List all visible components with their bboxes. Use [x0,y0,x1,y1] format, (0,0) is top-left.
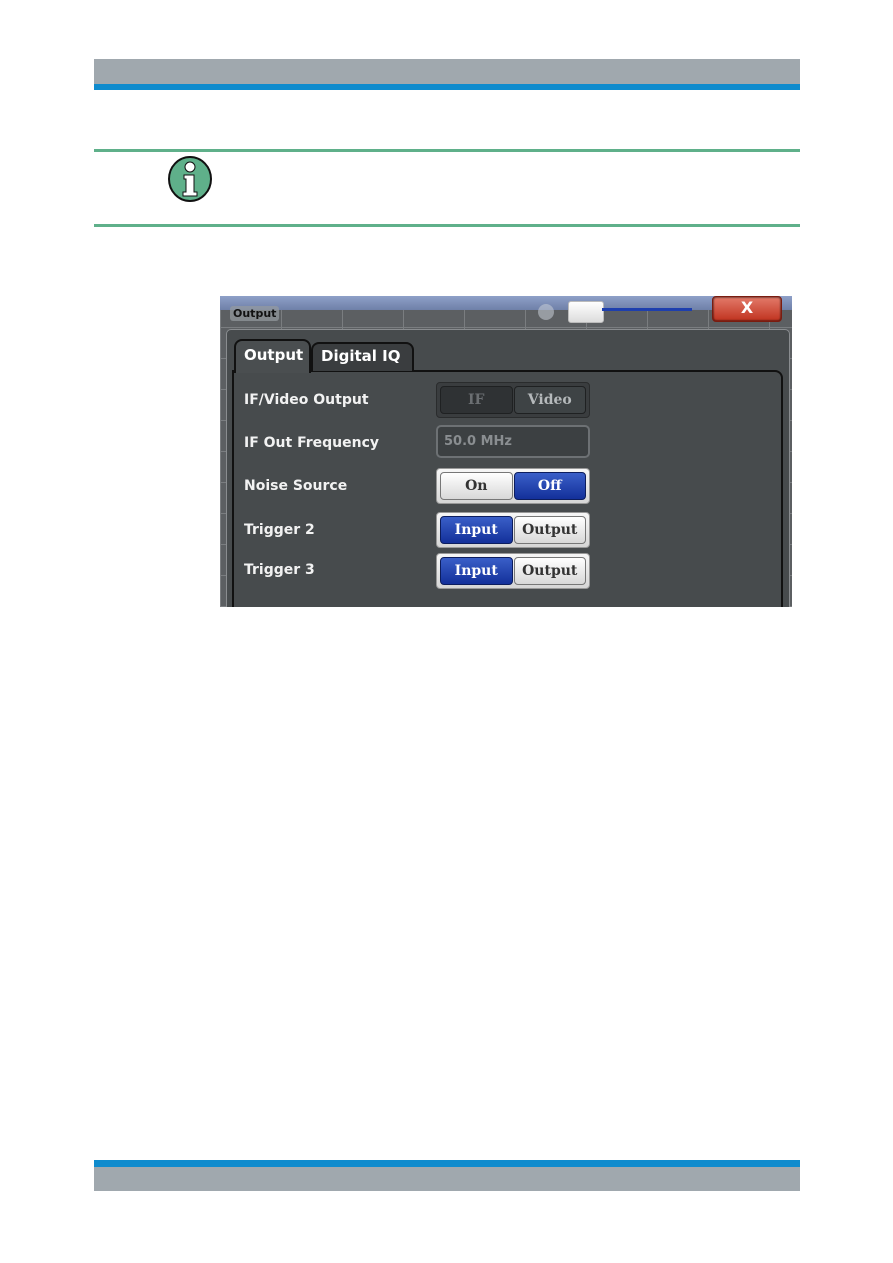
note-top-rule [94,149,800,152]
page-header-bar [94,59,800,84]
trigger-2-label: Trigger 2 [244,522,315,538]
trigger-3-input-button[interactable]: Input [440,557,513,585]
note-bottom-rule [94,224,800,227]
video-option: Video [513,386,586,414]
noise-source-off-button[interactable]: Off [513,472,586,500]
if-video-output-label: IF/Video Output [244,392,369,408]
noise-source-toggle: On Off [436,468,590,504]
info-icon [168,156,212,202]
noise-source-on-button[interactable]: On [440,472,513,500]
trigger-2-output-button[interactable]: Output [513,516,586,544]
if-out-frequency-label: IF Out Frequency [244,435,380,451]
trigger-2-toggle: Input Output [436,512,590,548]
page-header-accent [94,84,800,90]
if-option: IF [440,386,513,414]
trigger-2-input-button[interactable]: Input [440,516,513,544]
trigger-3-output-button[interactable]: Output [513,557,586,585]
if-video-output-toggle: IF Video [436,382,590,418]
page-footer-accent [94,1160,800,1167]
noise-source-label: Noise Source [244,478,348,494]
trigger-3-label: Trigger 3 [244,562,315,578]
output-dialog-screenshot: X Output Output Digital IQ IF/Video Outp… [220,296,792,607]
trigger-3-toggle: Input Output [436,553,590,589]
page-footer-bar [94,1167,800,1191]
if-out-frequency-field: 50.0 MHz [436,425,590,458]
